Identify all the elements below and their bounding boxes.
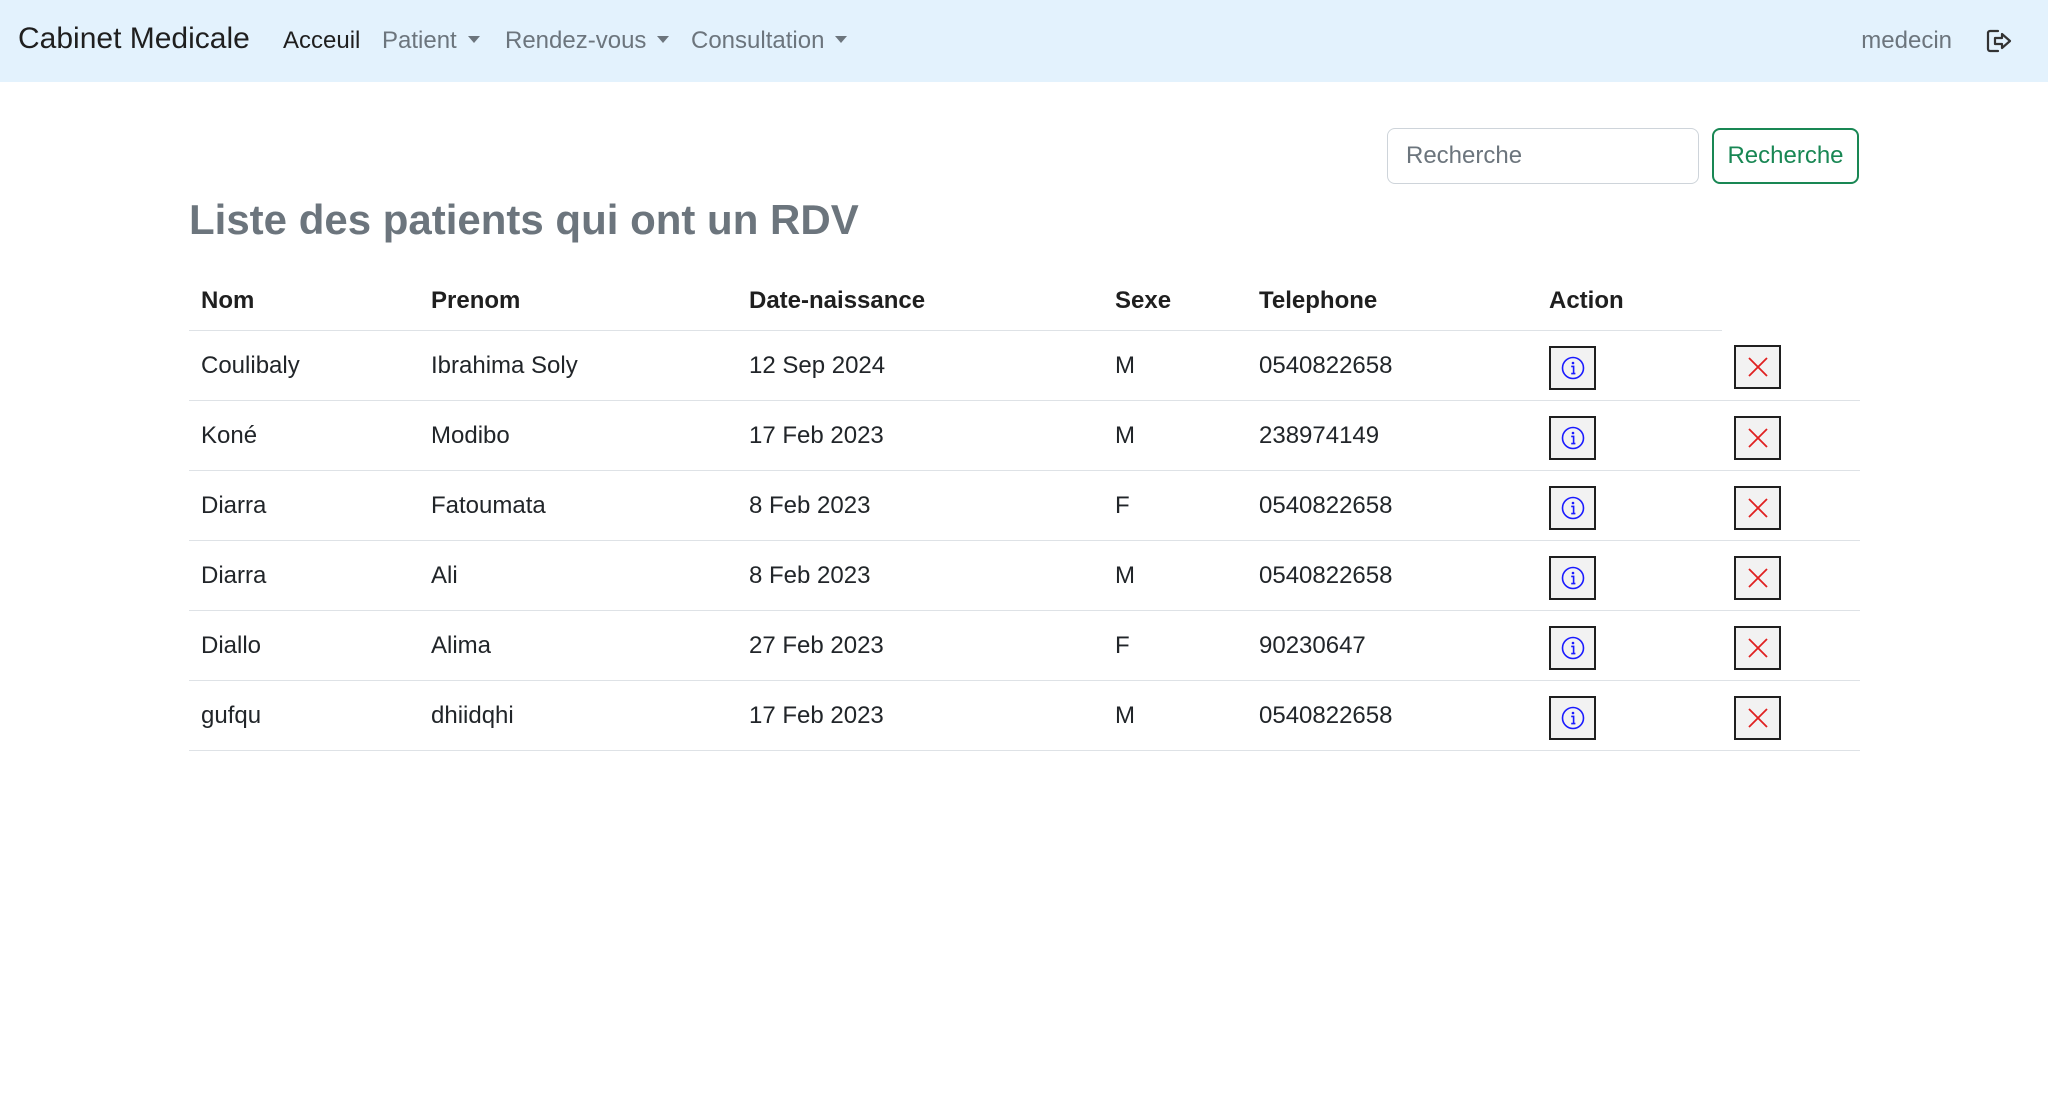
cell-date: 8 Feb 2023 bbox=[737, 540, 1103, 611]
cell-prenom: Ibrahima Soly bbox=[419, 330, 737, 401]
page-title: Liste des patients qui ont un RDV bbox=[189, 196, 859, 243]
cell-nom: Diarra bbox=[189, 540, 419, 611]
info-button[interactable] bbox=[1549, 485, 1596, 530]
nav-item-label: Consultation bbox=[691, 27, 825, 54]
nav-item-label: Patient bbox=[382, 27, 457, 54]
cell-action-delete bbox=[1722, 680, 1860, 751]
patients-table: Nom Prenom Date-naissance Sexe Telephone… bbox=[189, 272, 1860, 751]
cell-prenom: Alima bbox=[419, 610, 737, 681]
delete-button[interactable] bbox=[1734, 625, 1781, 670]
column-header-action: Action bbox=[1537, 272, 1722, 331]
logout-icon[interactable] bbox=[1984, 26, 2014, 56]
cell-action-info bbox=[1537, 400, 1722, 471]
table-row: gufqu dhiidqhi 17 Feb 2023 M 0540822658 bbox=[189, 680, 1860, 751]
caret-down-icon bbox=[467, 36, 480, 44]
column-header-sexe: Sexe bbox=[1103, 272, 1247, 331]
table-body: Coulibaly Ibrahima Soly 12 Sep 2024 M 054082… bbox=[189, 330, 1860, 751]
cell-prenom: dhiidqhi bbox=[419, 680, 737, 751]
cell-sexe: M bbox=[1103, 680, 1247, 751]
table-row: Coulibaly Ibrahima Soly 12 Sep 2024 M 054082… bbox=[189, 330, 1860, 401]
nav-item-label: Acceuil bbox=[283, 27, 361, 54]
info-button[interactable] bbox=[1549, 625, 1596, 670]
table-header-row: Nom Prenom Date-naissance Sexe Telephone… bbox=[189, 272, 1860, 331]
cell-date: 12 Sep 2024 bbox=[737, 330, 1103, 401]
user-name[interactable]: medecin bbox=[1861, 27, 1952, 55]
nav-item-patient[interactable]: Patient bbox=[382, 27, 480, 55]
delete-button[interactable] bbox=[1734, 415, 1781, 460]
cell-prenom: Ali bbox=[419, 540, 737, 611]
cell-action-delete bbox=[1722, 610, 1860, 681]
column-header-prenom: Prenom bbox=[419, 272, 737, 331]
table-row: Diallo Alima 27 Feb 2023 F 90230647 bbox=[189, 610, 1860, 681]
cell-action-info bbox=[1537, 610, 1722, 681]
cell-telephone: 0540822658 bbox=[1247, 540, 1537, 611]
cell-telephone: 0540822658 bbox=[1247, 680, 1537, 751]
cell-action-info bbox=[1537, 330, 1722, 401]
cell-action-info bbox=[1537, 540, 1722, 611]
cell-prenom: Modibo bbox=[419, 400, 737, 471]
cell-nom: Diarra bbox=[189, 470, 419, 541]
cell-date: 8 Feb 2023 bbox=[737, 470, 1103, 541]
cell-telephone: 238974149 bbox=[1247, 400, 1537, 471]
search-button[interactable]: Recherche bbox=[1712, 128, 1859, 184]
cell-sexe: F bbox=[1103, 470, 1247, 541]
cell-date: 17 Feb 2023 bbox=[737, 680, 1103, 751]
cell-sexe: F bbox=[1103, 610, 1247, 681]
info-button[interactable] bbox=[1549, 415, 1596, 460]
info-button[interactable] bbox=[1549, 555, 1596, 600]
cell-action-info bbox=[1537, 680, 1722, 751]
column-header-empty bbox=[1722, 272, 1860, 331]
cell-action-info bbox=[1537, 470, 1722, 541]
cell-action-delete bbox=[1722, 330, 1860, 401]
cell-nom: Diallo bbox=[189, 610, 419, 681]
table-row: Diarra Ali 8 Feb 2023 M 0540822658 bbox=[189, 540, 1860, 611]
cell-action-delete bbox=[1722, 400, 1860, 471]
cell-action-delete bbox=[1722, 470, 1860, 541]
cell-telephone: 90230647 bbox=[1247, 610, 1537, 681]
cell-date: 17 Feb 2023 bbox=[737, 400, 1103, 471]
brand-title[interactable]: Cabinet Medicale bbox=[18, 22, 250, 56]
cell-sexe: M bbox=[1103, 330, 1247, 401]
table-row: Diarra Fatoumata 8 Feb 2023 F 0540822658 bbox=[189, 470, 1860, 541]
cell-nom: Coulibaly bbox=[189, 330, 419, 401]
cell-action-delete bbox=[1722, 540, 1860, 611]
cell-sexe: M bbox=[1103, 540, 1247, 611]
cell-nom: Koné bbox=[189, 400, 419, 471]
table-row: Koné Modibo 17 Feb 2023 M 238974149 bbox=[189, 400, 1860, 471]
info-button[interactable] bbox=[1549, 345, 1596, 390]
cell-telephone: 0540822658 bbox=[1247, 470, 1537, 541]
info-button[interactable] bbox=[1549, 695, 1596, 740]
delete-button[interactable] bbox=[1734, 555, 1781, 600]
top-navbar: Cabinet Medicale Acceuil Patient Rendez-… bbox=[0, 0, 2048, 82]
caret-down-icon bbox=[835, 36, 848, 44]
cell-date: 27 Feb 2023 bbox=[737, 610, 1103, 681]
search-input[interactable] bbox=[1387, 128, 1699, 184]
nav-item-label: Rendez-vous bbox=[505, 27, 647, 54]
delete-button[interactable] bbox=[1734, 345, 1781, 390]
cell-telephone: 0540822658 bbox=[1247, 330, 1537, 401]
cell-prenom: Fatoumata bbox=[419, 470, 737, 541]
column-header-nom: Nom bbox=[189, 272, 419, 331]
nav-item-acceuil[interactable]: Acceuil bbox=[283, 27, 360, 55]
nav-item-rendez-vous[interactable]: Rendez-vous bbox=[505, 27, 670, 55]
delete-button[interactable] bbox=[1734, 695, 1781, 740]
nav-item-consultation[interactable]: Consultation bbox=[691, 27, 848, 55]
cell-nom: gufqu bbox=[189, 680, 419, 751]
column-header-telephone: Telephone bbox=[1247, 272, 1537, 331]
cell-sexe: M bbox=[1103, 400, 1247, 471]
delete-button[interactable] bbox=[1734, 485, 1781, 530]
column-header-date-naissance: Date-naissance bbox=[737, 272, 1103, 331]
caret-down-icon bbox=[657, 36, 670, 44]
